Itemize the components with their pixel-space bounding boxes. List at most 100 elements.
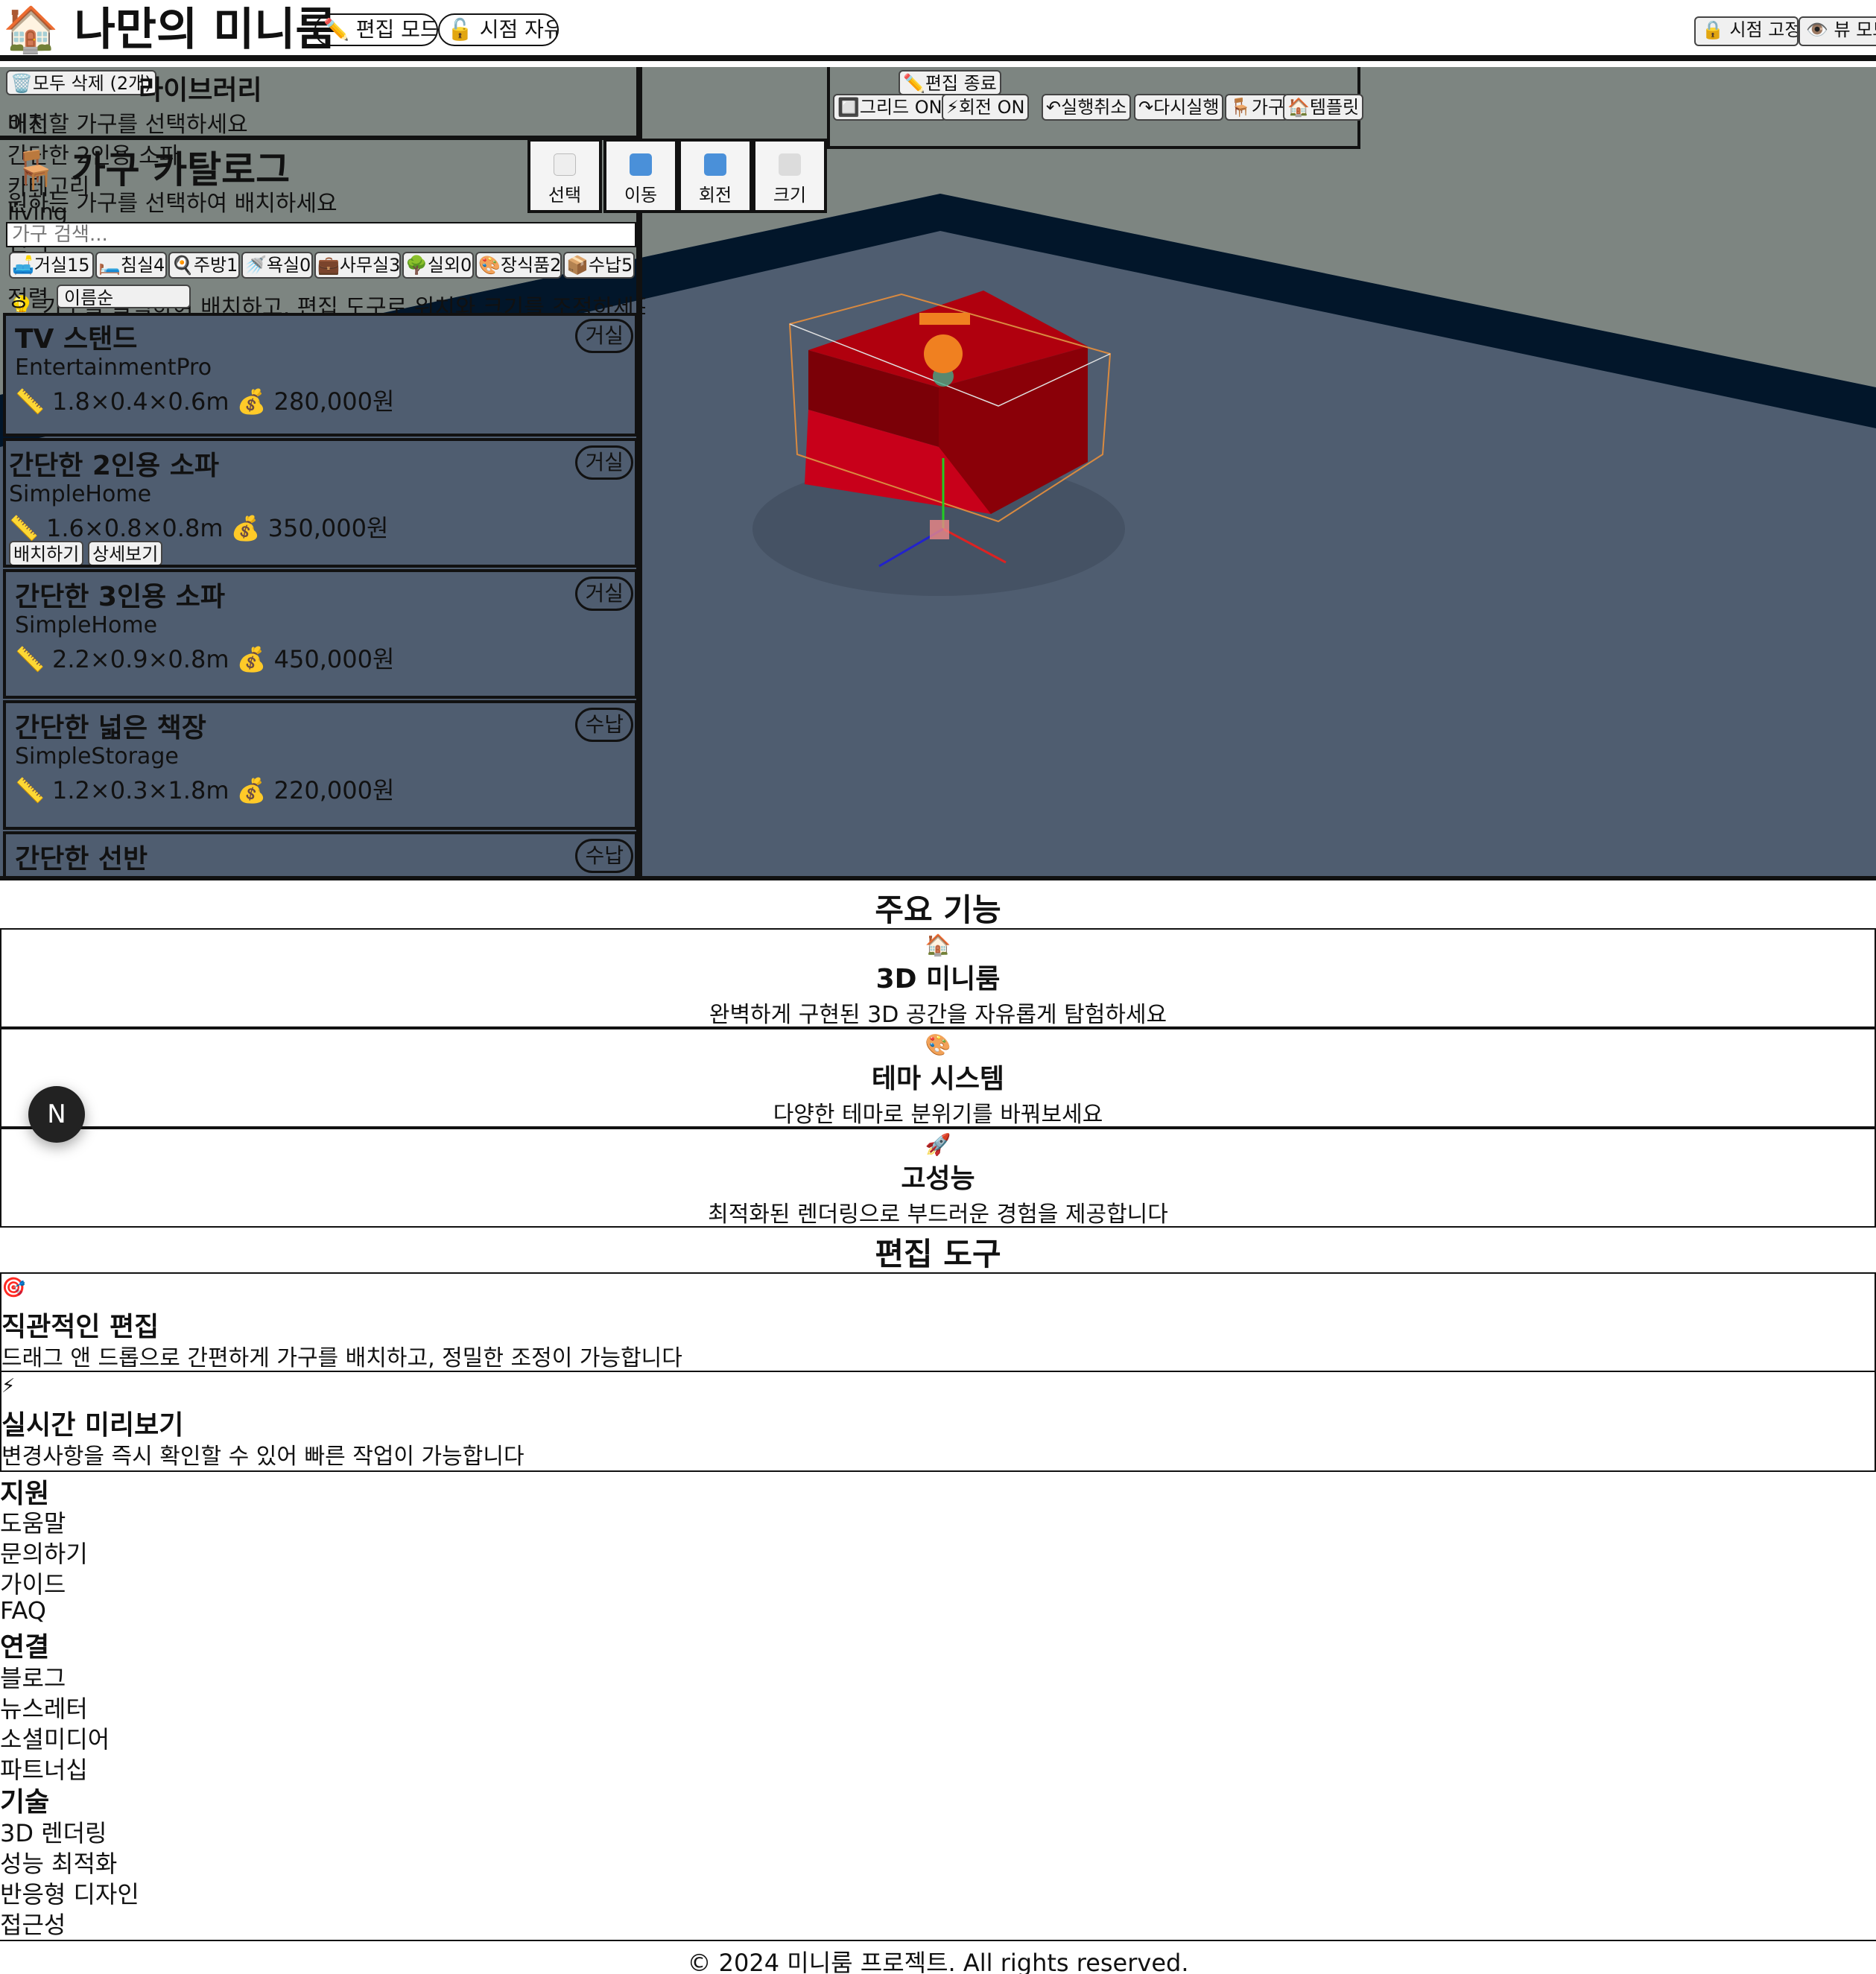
footer-connect-title: 연결	[0, 1632, 50, 1663]
edit-tool-card-intuitive: 🎯 직관적인 편집 드래그 앤 드롭으로 간편하게 가구를 배치하고, 정밀한 …	[0, 1272, 1876, 1372]
catalog-card-shelf[interactable]: 간단한 선반 수납	[3, 831, 638, 876]
rotate-icon	[704, 153, 726, 176]
room-viewport[interactable]: 🗑️모두 삭제 (2개) 라이브러리 배치할 가구를 선택하세요 이전 간단한 …	[0, 67, 1876, 880]
feature-card-performance: 🚀 고성능 최적화된 렌더링으로 부드러운 경험을 제공합니다	[0, 1128, 1876, 1228]
card-category-badge: 거실	[575, 577, 633, 611]
feature-title: 고성능	[901, 1164, 975, 1194]
card-category-badge: 거실	[575, 319, 633, 353]
template-button[interactable]: 🏠템플릿	[1283, 94, 1364, 121]
card-meta: 📏 1.2×0.3×1.8m 💰 220,000원	[15, 776, 395, 804]
category-tab-office[interactable]: 💼사무실3	[314, 252, 401, 279]
catalog-card-sofa-2[interactable]: 간단한 2인용 소파 SimpleHome 📏 1.6×0.8×0.8m 💰 3…	[3, 438, 638, 568]
feature-desc: 다양한 테마로 분위기를 바꿔보세요	[773, 1102, 1103, 1128]
ruler-icon	[779, 153, 801, 176]
tool-rotate[interactable]: 회전	[678, 139, 752, 213]
footer-link-help[interactable]: 도움말	[0, 1505, 66, 1539]
card-meta: 📏 2.2×0.9×0.8m 💰 450,000원	[15, 645, 395, 673]
category-tab-outdoor[interactable]: 🌳실외0	[402, 252, 474, 279]
footer-link-3d-rendering[interactable]: 3D 렌더링	[0, 1815, 107, 1849]
palette-icon: 🎨	[925, 1032, 951, 1057]
footer-link-social[interactable]: 소셜미디어	[0, 1721, 110, 1755]
category-tab-decor[interactable]: 🎨장식품2	[475, 252, 562, 279]
footer-link-responsive[interactable]: 반응형 디자인	[0, 1876, 139, 1910]
tool-scale[interactable]: 크기	[752, 139, 827, 213]
lightning-icon: ⚡	[1, 1375, 16, 1397]
feature-title: 테마 시스템	[871, 1064, 1005, 1094]
feature-title: 3D 미니룸	[875, 964, 1001, 994]
catalog-card-bookshelf[interactable]: 간단한 넓은 책장 SimpleStorage 📏 1.2×0.3×1.8m 💰…	[3, 700, 638, 830]
catalog-card-sofa-3[interactable]: 간단한 3인용 소파 SimpleHome 📏 2.2×0.9×0.8m 💰 4…	[3, 569, 638, 699]
card-title: 간단한 2인용 소파	[9, 451, 219, 481]
feature-desc: 완벽하게 구현된 3D 공간을 자유롭게 탐험하세요	[709, 1002, 1167, 1028]
card-meta: 📏 1.8×0.4×0.6m 💰 280,000원	[15, 387, 395, 416]
footer-divider	[0, 1940, 1876, 1941]
card-brand: SimpleHome	[9, 481, 152, 507]
catalog-card-tv-stand[interactable]: TV 스탠드 EntertainmentPro 📏 1.8×0.4×0.6m 💰…	[3, 313, 638, 437]
footer-link-blog[interactable]: 블로그	[0, 1660, 66, 1694]
edit-tool-card-preview: ⚡ 실시간 미리보기 변경사항을 즉시 확인할 수 있어 빠른 작업이 가능합니…	[0, 1372, 1876, 1472]
category-tab-kitchen[interactable]: 🍳주방1	[168, 252, 240, 279]
house-icon: 🏠	[3, 4, 59, 56]
arrow-right-icon	[630, 153, 652, 176]
grid-toggle-button[interactable]: 🔲그리드 ON	[833, 94, 947, 121]
furniture-button[interactable]: 🪑가구	[1225, 94, 1290, 121]
footer-link-performance[interactable]: 성능 최적화	[0, 1845, 117, 1879]
target-icon: 🎯	[1, 1277, 26, 1299]
rocket-icon: 🚀	[925, 1132, 951, 1157]
card-brand: SimpleHome	[15, 612, 158, 638]
delete-all-button[interactable]: 🗑️모두 삭제 (2개)	[6, 70, 156, 95]
edit-tool-title: 실시간 미리보기	[1, 1410, 184, 1441]
sort-label: 정렬	[7, 286, 49, 312]
copyright: © 2024 미니룸 프로젝트. All rights reserved.	[687, 1949, 1189, 1974]
edit-tool-desc: 드래그 앤 드롭으로 간편하게 가구를 배치하고, 정밀한 조정이 가능합니다	[1, 1345, 682, 1371]
card-title: 간단한 3인용 소파	[15, 582, 225, 612]
catalog-panel: 🪑 가구 카탈로그 원하는 가구를 선택하여 배치하세요 🛋️거실15 🛏️침실…	[0, 140, 645, 876]
catalog-subtitle: 원하는 가구를 선택하여 배치하세요	[7, 191, 338, 217]
category-tab-bedroom[interactable]: 🛏️침실4	[95, 252, 167, 279]
tool-move[interactable]: 이동	[603, 139, 678, 213]
detail-button[interactable]: 상세보기	[88, 541, 163, 565]
prev-label[interactable]: 이전	[7, 106, 48, 139]
card-brand: SimpleStorage	[15, 743, 179, 769]
card-title: 간단한 선반	[15, 844, 148, 875]
card-title: TV 스탠드	[15, 324, 138, 355]
footer-link-newsletter[interactable]: 뉴스레터	[0, 1690, 88, 1724]
footer-link-faq[interactable]: FAQ	[0, 1596, 46, 1625]
card-category-badge: 거실	[575, 445, 633, 480]
place-button[interactable]: 배치하기	[9, 541, 84, 565]
card-title: 간단한 넓은 책장	[15, 713, 206, 743]
footer-tech-title: 기술	[0, 1787, 50, 1818]
catalog-search-input[interactable]	[6, 222, 636, 247]
pointer-icon	[554, 153, 576, 176]
dev-indicator-button[interactable]: N	[28, 1086, 85, 1143]
view-mode-button[interactable]: 👁️ 뷰 모드	[1799, 16, 1876, 46]
footer-link-accessibility[interactable]: 접근성	[0, 1906, 66, 1940]
footer: 지원 도움말 문의하기 가이드 FAQ 연결 블로그 뉴스레터 소셜미디어 파트…	[0, 1472, 1876, 1974]
view-free-button[interactable]: 🔓 시점 자유	[438, 13, 559, 46]
library-title: 라이브러리	[139, 75, 262, 106]
edit-tool-desc: 변경사항을 즉시 확인할 수 있어 빠른 작업이 가능합니다	[1, 1444, 525, 1470]
footer-link-contact[interactable]: 문의하기	[0, 1535, 88, 1570]
edit-tools-title: 편집 도구	[875, 1236, 1001, 1272]
card-category-badge: 수납	[575, 708, 633, 742]
tool-select[interactable]: 선택	[527, 139, 602, 213]
view-lock-button[interactable]: 🔒 시점 고정	[1694, 16, 1799, 46]
exit-edit-button[interactable]: ✏️편집 종료	[899, 70, 1001, 95]
gizmo-center	[930, 520, 949, 539]
footer-link-guide[interactable]: 가이드	[0, 1566, 66, 1600]
snap-toggle-button[interactable]: ⚡회전 ON	[942, 94, 1030, 121]
edit-mode-button[interactable]: ✏️ 편집 모드	[314, 13, 438, 46]
card-brand: EntertainmentPro	[15, 355, 212, 381]
category-tab-storage[interactable]: 📦수납5	[563, 252, 635, 279]
undo-button[interactable]: ↶실행취소	[1042, 94, 1132, 121]
feature-desc: 최적화된 렌더링으로 부드러운 경험을 제공합니다	[708, 1202, 1168, 1228]
category-tab-bathroom[interactable]: 🚿욕실0	[241, 252, 313, 279]
feature-card-theme: 🎨 테마 시스템 다양한 테마로 분위기를 바꿔보세요	[0, 1028, 1876, 1128]
category-tab-living[interactable]: 🛋️거실15	[9, 252, 94, 279]
redo-button[interactable]: ↷다시실행	[1134, 94, 1224, 121]
header: 🏠 나만의 미니룸 ✏️ 편집 모드 🔓 시점 자유 🔒 시점 고정 👁️ 뷰 …	[0, 0, 1876, 61]
category-tabs: 🛋️거실15 🛏️침실4 🍳주방1 🚿욕실0 💼사무실3 🌳실외0 🎨장식품2 …	[6, 252, 639, 282]
house-icon: 🏠	[925, 933, 951, 957]
card-meta: 📏 1.6×0.8×0.8m 💰 350,000원	[9, 514, 389, 542]
sort-select[interactable]: 이름순	[57, 285, 191, 308]
